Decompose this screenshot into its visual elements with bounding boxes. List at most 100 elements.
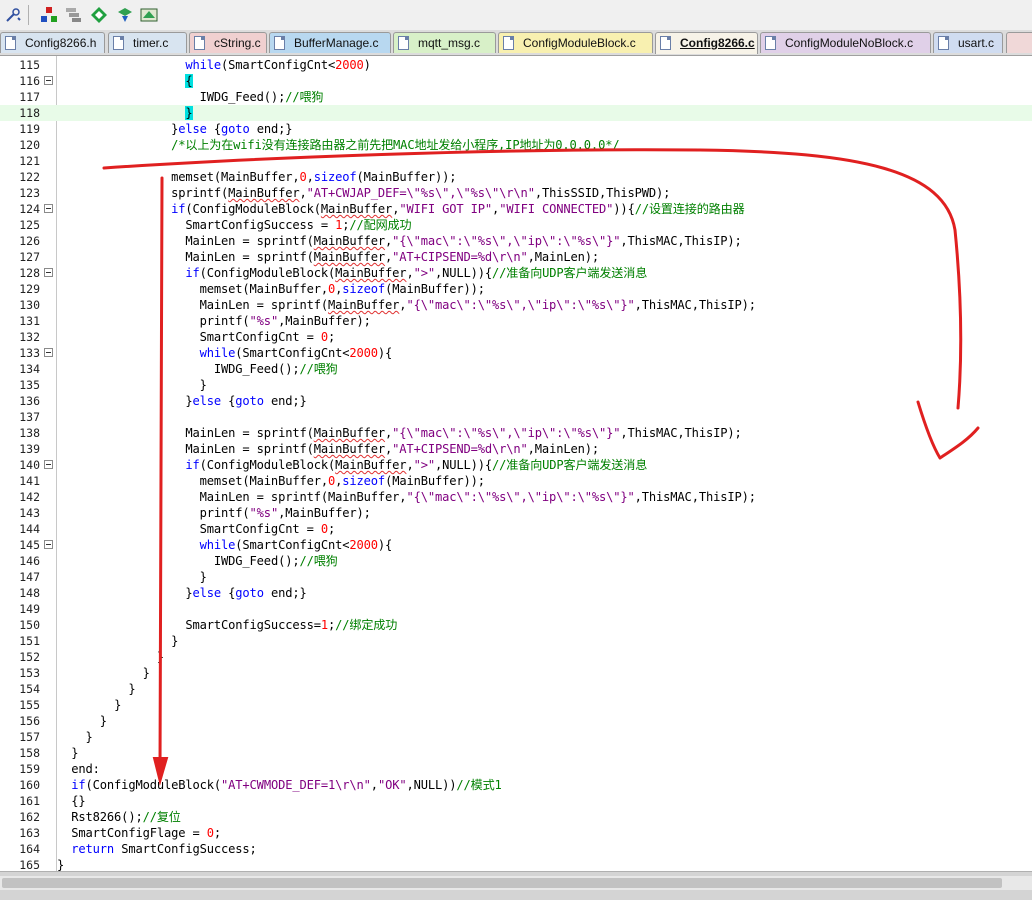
code-token: SmartConfigSuccess; bbox=[114, 842, 257, 856]
code-editor[interactable]: 115 while(SmartConfigCnt<2000) 116 {117 I… bbox=[0, 56, 1032, 871]
fold-toggle-icon[interactable] bbox=[44, 348, 53, 357]
diamond-icon[interactable] bbox=[90, 6, 108, 24]
code-line[interactable]: 117 IWDG_Feed();//喂狗 bbox=[0, 89, 1032, 105]
code-token: , bbox=[406, 266, 414, 280]
tab-usart-c[interactable]: usart.c bbox=[933, 32, 1003, 53]
debug-icon[interactable] bbox=[116, 6, 134, 24]
tool-icon[interactable] bbox=[4, 6, 22, 24]
code-line[interactable]: 126 MainLen = sprintf(MainBuffer,"{\"mac… bbox=[0, 233, 1032, 249]
code-token: if bbox=[185, 266, 200, 280]
tab-config8266-h[interactable]: Config8266.h bbox=[0, 32, 105, 53]
code-token: ; bbox=[328, 522, 336, 536]
fold-toggle-icon[interactable] bbox=[44, 204, 53, 213]
code-line[interactable]: 127 MainLen = sprintf(MainBuffer,"AT+CIP… bbox=[0, 249, 1032, 265]
line-number: 124 bbox=[19, 202, 40, 216]
code-token: if bbox=[71, 778, 86, 792]
code-line[interactable]: 133 while(SmartConfigCnt<2000){ bbox=[0, 345, 1032, 361]
build-icon[interactable] bbox=[40, 6, 58, 24]
code-line[interactable]: 135 } bbox=[0, 377, 1032, 393]
code-line[interactable]: 160 if(ConfigModuleBlock("AT+CWMODE_DEF=… bbox=[0, 777, 1032, 793]
code-line[interactable]: 162 Rst8266();//复位 bbox=[0, 809, 1032, 825]
code-line[interactable]: 121 bbox=[0, 153, 1032, 169]
fold-toggle-icon[interactable] bbox=[44, 76, 53, 85]
fold-toggle-icon[interactable] bbox=[44, 268, 53, 277]
code-line[interactable]: 134 IWDG_Feed();//喂狗 bbox=[0, 361, 1032, 377]
tab-mqtt-msg-c[interactable]: mqtt_msg.c bbox=[393, 32, 496, 53]
code-line[interactable]: 161 {} bbox=[0, 793, 1032, 809]
fold-toggle-icon[interactable] bbox=[44, 460, 53, 469]
line-number: 135 bbox=[19, 378, 40, 392]
code-line[interactable]: 122 memset(MainBuffer,0,sizeof(MainBuffe… bbox=[0, 169, 1032, 185]
horizontal-scrollbar[interactable] bbox=[0, 876, 1032, 890]
code-line[interactable]: 119 }else {goto end;} bbox=[0, 121, 1032, 137]
code-line[interactable]: 144 SmartConfigCnt = 0; bbox=[0, 521, 1032, 537]
code-line[interactable]: 149 bbox=[0, 601, 1032, 617]
code-line[interactable]: 164 return SmartConfigSuccess; bbox=[0, 841, 1032, 857]
tab-config8266-c[interactable]: Config8266.c bbox=[655, 32, 758, 54]
code-line[interactable]: 152 } bbox=[0, 649, 1032, 665]
code-token: while bbox=[199, 538, 236, 552]
code-token: MainBuffer bbox=[327, 298, 400, 312]
line-number: 152 bbox=[19, 650, 40, 664]
code-token: //模式1 bbox=[456, 778, 502, 792]
code-text: }else {goto end;} bbox=[57, 393, 306, 409]
code-line[interactable]: 163 SmartConfigFlage = 0; bbox=[0, 825, 1032, 841]
code-line[interactable]: 118 } bbox=[0, 105, 1032, 121]
code-text: IWDG_Feed();//喂狗 bbox=[57, 89, 324, 105]
code-line[interactable]: 120 /*以上为在wifi没有连接路由器之前先把MAC地址发给小程序,IP地址… bbox=[0, 137, 1032, 153]
code-line[interactable]: 136 }else {goto end;} bbox=[0, 393, 1032, 409]
code-text: }else {goto end;} bbox=[57, 121, 292, 137]
code-token: { bbox=[221, 586, 236, 600]
code-line[interactable]: 153 } bbox=[0, 665, 1032, 681]
code-token: } bbox=[156, 650, 164, 664]
code-line[interactable]: 155 } bbox=[0, 697, 1032, 713]
scrollbar-thumb[interactable] bbox=[2, 878, 1002, 888]
code-line[interactable]: 156 } bbox=[0, 713, 1032, 729]
code-line[interactable]: 125 SmartConfigSuccess = 1;//配网成功 bbox=[0, 217, 1032, 233]
tab-overflow[interactable] bbox=[1006, 32, 1032, 53]
code-line[interactable]: 137 bbox=[0, 409, 1032, 425]
code-line[interactable]: 157 } bbox=[0, 729, 1032, 745]
code-line[interactable]: 140 if(ConfigModuleBlock(MainBuffer,">",… bbox=[0, 457, 1032, 473]
code-line[interactable]: 165} bbox=[0, 857, 1032, 871]
code-line[interactable]: 142 MainLen = sprintf(MainBuffer,"{\"mac… bbox=[0, 489, 1032, 505]
code-line[interactable]: 147 } bbox=[0, 569, 1032, 585]
code-line[interactable]: 158 } bbox=[0, 745, 1032, 761]
code-line[interactable]: 143 printf("%s",MainBuffer); bbox=[0, 505, 1032, 521]
code-line[interactable]: 141 memset(MainBuffer,0,sizeof(MainBuffe… bbox=[0, 473, 1032, 489]
code-token: ,ThisMAC,ThisIP); bbox=[634, 490, 756, 504]
tab-configmodulenoblock-c[interactable]: ConfigModuleNoBlock.c bbox=[760, 32, 931, 53]
code-line[interactable]: 146 IWDG_Feed();//喂狗 bbox=[0, 553, 1032, 569]
code-token: } bbox=[99, 714, 107, 728]
tab-timer-c[interactable]: timer.c bbox=[108, 32, 187, 53]
code-token: "{\"mac\":\"%s\",\"ip\":\"%s\"}" bbox=[392, 234, 621, 248]
code-line[interactable]: 138 MainLen = sprintf(MainBuffer,"{\"mac… bbox=[0, 425, 1032, 441]
code-line[interactable]: 130 MainLen = sprintf(MainBuffer,"{\"mac… bbox=[0, 297, 1032, 313]
code-line[interactable]: 115 while(SmartConfigCnt<2000) bbox=[0, 57, 1032, 73]
code-line[interactable]: 132 SmartConfigCnt = 0; bbox=[0, 329, 1032, 345]
code-line[interactable]: 129 memset(MainBuffer,0,sizeof(MainBuffe… bbox=[0, 281, 1032, 297]
code-line[interactable]: 124 if(ConfigModuleBlock(MainBuffer,"WIF… bbox=[0, 201, 1032, 217]
code-line[interactable]: 154 } bbox=[0, 681, 1032, 697]
code-line[interactable]: 145 while(SmartConfigCnt<2000){ bbox=[0, 537, 1032, 553]
code-line[interactable]: 123 sprintf(MainBuffer,"AT+CWJAP_DEF=\"%… bbox=[0, 185, 1032, 201]
tab-buffermanage-c[interactable]: BufferManage.c bbox=[269, 32, 391, 53]
layers-icon[interactable] bbox=[64, 6, 82, 24]
code-line[interactable]: 139 MainLen = sprintf(MainBuffer,"AT+CIP… bbox=[0, 441, 1032, 457]
chip-icon[interactable] bbox=[140, 6, 158, 24]
tab-configmoduleblock-c[interactable]: ConfigModuleBlock.c bbox=[498, 32, 653, 53]
tab-cstring-c[interactable]: cString.c bbox=[189, 32, 267, 53]
code-line[interactable]: 116 { bbox=[0, 73, 1032, 89]
code-line[interactable]: 131 printf("%s",MainBuffer); bbox=[0, 313, 1032, 329]
code-line[interactable]: 128 if(ConfigModuleBlock(MainBuffer,">",… bbox=[0, 265, 1032, 281]
code-text: while(SmartConfigCnt<2000) bbox=[57, 57, 371, 73]
fold-toggle-icon[interactable] bbox=[44, 540, 53, 549]
code-line[interactable]: 150 SmartConfigSuccess=1;//绑定成功 bbox=[0, 617, 1032, 633]
code-token: 0 bbox=[320, 330, 328, 344]
code-line[interactable]: 151 } bbox=[0, 633, 1032, 649]
code-line[interactable]: 148 }else {goto end;} bbox=[0, 585, 1032, 601]
code-line[interactable]: 159 end: bbox=[0, 761, 1032, 777]
